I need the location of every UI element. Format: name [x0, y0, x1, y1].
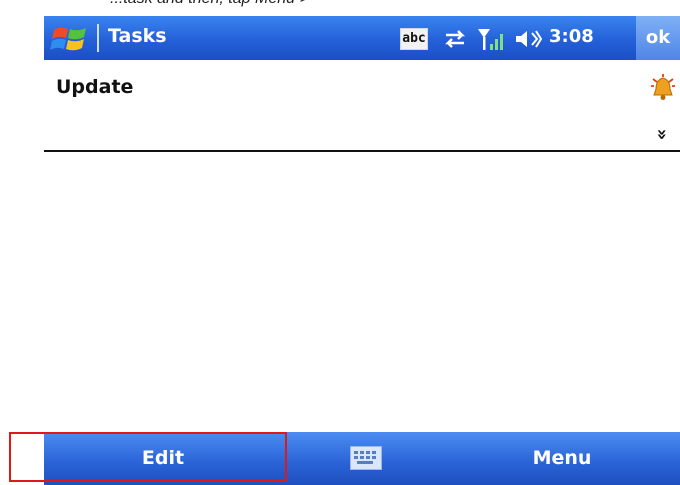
title-separator [97, 24, 99, 52]
edit-softkey[interactable]: Edit [44, 432, 282, 485]
title-bar: Tasks abc 3:08 ok [44, 16, 680, 60]
double-chevron-down-icon[interactable]: » [651, 124, 672, 145]
signal-icon[interactable] [476, 26, 506, 52]
pocketpc-screen: Tasks abc 3:08 ok Update » Edit Menu [44, 16, 680, 485]
ok-button[interactable]: ok [636, 16, 680, 60]
task-subject[interactable]: Update [56, 76, 133, 98]
top-caption: ...task and then, tap Menu > [0, 0, 680, 16]
app-title: Tasks [108, 25, 167, 47]
menu-softkey[interactable]: Menu [444, 432, 680, 485]
volume-icon[interactable] [513, 27, 543, 51]
caption-text: ...task and then, tap Menu > [110, 0, 309, 8]
alarm-bell-icon[interactable] [650, 74, 676, 102]
task-subject-row[interactable]: Update » [44, 60, 680, 150]
abc-input-icon[interactable]: abc [400, 28, 428, 50]
keyboard-icon[interactable] [350, 446, 382, 470]
windows-start-icon[interactable] [50, 24, 90, 54]
notes-area[interactable] [44, 152, 680, 432]
sync-icon[interactable] [440, 27, 470, 51]
clock-time[interactable]: 3:08 [549, 26, 594, 47]
menu-bar: Edit Menu [44, 432, 680, 485]
